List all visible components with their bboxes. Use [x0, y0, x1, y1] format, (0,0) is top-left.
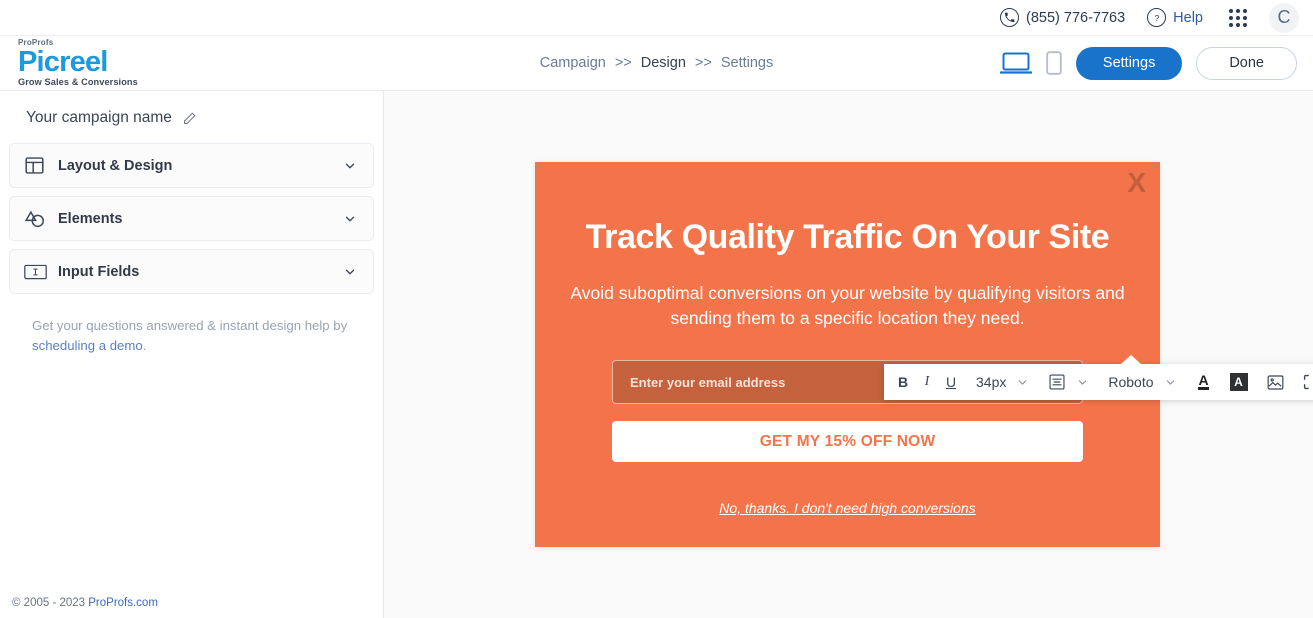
sidebar-item-label: Layout & Design: [58, 157, 173, 174]
breadcrumb-item-settings[interactable]: Settings: [721, 55, 773, 71]
underline-button[interactable]: U: [939, 369, 963, 395]
resize-corners-icon[interactable]: [1298, 369, 1313, 395]
popup-heading[interactable]: Track Quality Traffic On Your Site: [535, 162, 1160, 257]
sidebar-item-label: Elements: [58, 210, 123, 227]
svg-text:?: ?: [1154, 13, 1159, 23]
text-input-icon: [24, 264, 50, 280]
schedule-demo-link[interactable]: scheduling a demo: [32, 338, 143, 353]
pencil-icon[interactable]: [182, 111, 197, 126]
font-family-value[interactable]: Roboto: [1104, 374, 1157, 390]
design-canvas[interactable]: X Track Quality Traffic On Your Site Avo…: [384, 91, 1313, 618]
text-highlight-icon[interactable]: A: [1225, 369, 1253, 395]
font-size-chevron-down-icon[interactable]: [1010, 376, 1035, 389]
decline-link[interactable]: No, thanks. I don't need high conversion…: [719, 500, 975, 516]
utility-bar: (855) 776-7763 ? Help C: [0, 0, 1313, 36]
main-header: ProProfs Picreel Grow Sales & Conversion…: [0, 36, 1313, 91]
campaign-name-label: Your campaign name: [26, 109, 172, 126]
help-note-text: Get your questions answered & instant de…: [32, 318, 348, 333]
chevron-down-icon[interactable]: [343, 159, 357, 173]
italic-button[interactable]: I: [915, 369, 939, 395]
sidebar: Your campaign name Layout & Design Eleme…: [0, 91, 384, 618]
app-logo[interactable]: ProProfs Picreel Grow Sales & Conversion…: [0, 38, 370, 88]
settings-button[interactable]: Settings: [1075, 46, 1183, 80]
email-input-placeholder: Enter your email address: [630, 374, 786, 390]
avatar-initial: C: [1277, 7, 1291, 27]
text-editor-toolbar: B I U 34px Roboto A A: [884, 355, 1313, 400]
question-circle-icon: ?: [1147, 8, 1167, 27]
proprofs-link[interactable]: ProProfs.com: [88, 597, 158, 609]
chevron-down-icon[interactable]: [343, 212, 357, 226]
help-link[interactable]: ? Help: [1147, 8, 1203, 27]
help-note: Get your questions answered & instant de…: [32, 316, 355, 356]
logo-name: Picreel: [18, 46, 108, 78]
breadcrumb-separator: >>: [614, 55, 632, 71]
breadcrumb-item-design[interactable]: Design: [641, 55, 686, 71]
help-note-end: .: [142, 338, 147, 353]
footer-copyright: © 2005 - 2023 ProProfs.com: [12, 597, 158, 609]
support-phone[interactable]: (855) 776-7763: [1000, 8, 1125, 27]
sidebar-item-input-fields[interactable]: Input Fields: [9, 249, 374, 294]
popup-close-button[interactable]: X: [1127, 169, 1146, 197]
apps-grid-icon[interactable]: [1229, 8, 1247, 27]
body-wrap: Your campaign name Layout & Design Eleme…: [0, 91, 1313, 618]
decline-link-wrap: No, thanks. I don't need high conversion…: [535, 500, 1160, 518]
align-chevron-down-icon[interactable]: [1070, 376, 1095, 389]
shapes-icon: [24, 208, 50, 230]
cta-button[interactable]: GET MY 15% OFF NOW: [612, 421, 1083, 462]
avatar[interactable]: C: [1269, 2, 1299, 33]
sidebar-item-elements[interactable]: Elements: [9, 196, 374, 241]
phone-icon: [1000, 8, 1019, 27]
text-align-icon[interactable]: [1044, 369, 1070, 395]
done-button[interactable]: Done: [1196, 46, 1297, 80]
mobile-view-icon[interactable]: [1046, 51, 1062, 75]
campaign-name-row: Your campaign name: [0, 91, 383, 127]
copyright-text: © 2005 - 2023: [12, 597, 89, 609]
breadcrumb-item-campaign[interactable]: Campaign: [540, 55, 606, 71]
layout-grid-icon: [24, 155, 50, 176]
help-label: Help: [1173, 9, 1203, 26]
bold-button[interactable]: B: [891, 369, 915, 395]
breadcrumb-separator: >>: [694, 55, 712, 71]
image-icon[interactable]: [1262, 369, 1289, 395]
chevron-down-icon[interactable]: [343, 265, 357, 279]
header-actions: Settings Done: [999, 46, 1313, 80]
phone-number: (855) 776-7763: [1026, 9, 1126, 26]
sidebar-item-layout-design[interactable]: Layout & Design: [9, 143, 374, 188]
sidebar-item-label: Input Fields: [58, 263, 140, 280]
logo-tagline: Grow Sales & Conversions: [18, 77, 138, 87]
font-size-value[interactable]: 34px: [972, 374, 1010, 390]
sidebar-accordion: Layout & Design Elements Input Fields: [0, 127, 383, 294]
popup-preview[interactable]: X Track Quality Traffic On Your Site Avo…: [535, 162, 1160, 547]
popup-body-text[interactable]: Avoid suboptimal conversions on your web…: [535, 257, 1160, 331]
font-family-chevron-down-icon[interactable]: [1158, 376, 1183, 389]
desktop-view-icon[interactable]: [999, 52, 1032, 75]
font-color-icon[interactable]: A: [1192, 369, 1216, 395]
